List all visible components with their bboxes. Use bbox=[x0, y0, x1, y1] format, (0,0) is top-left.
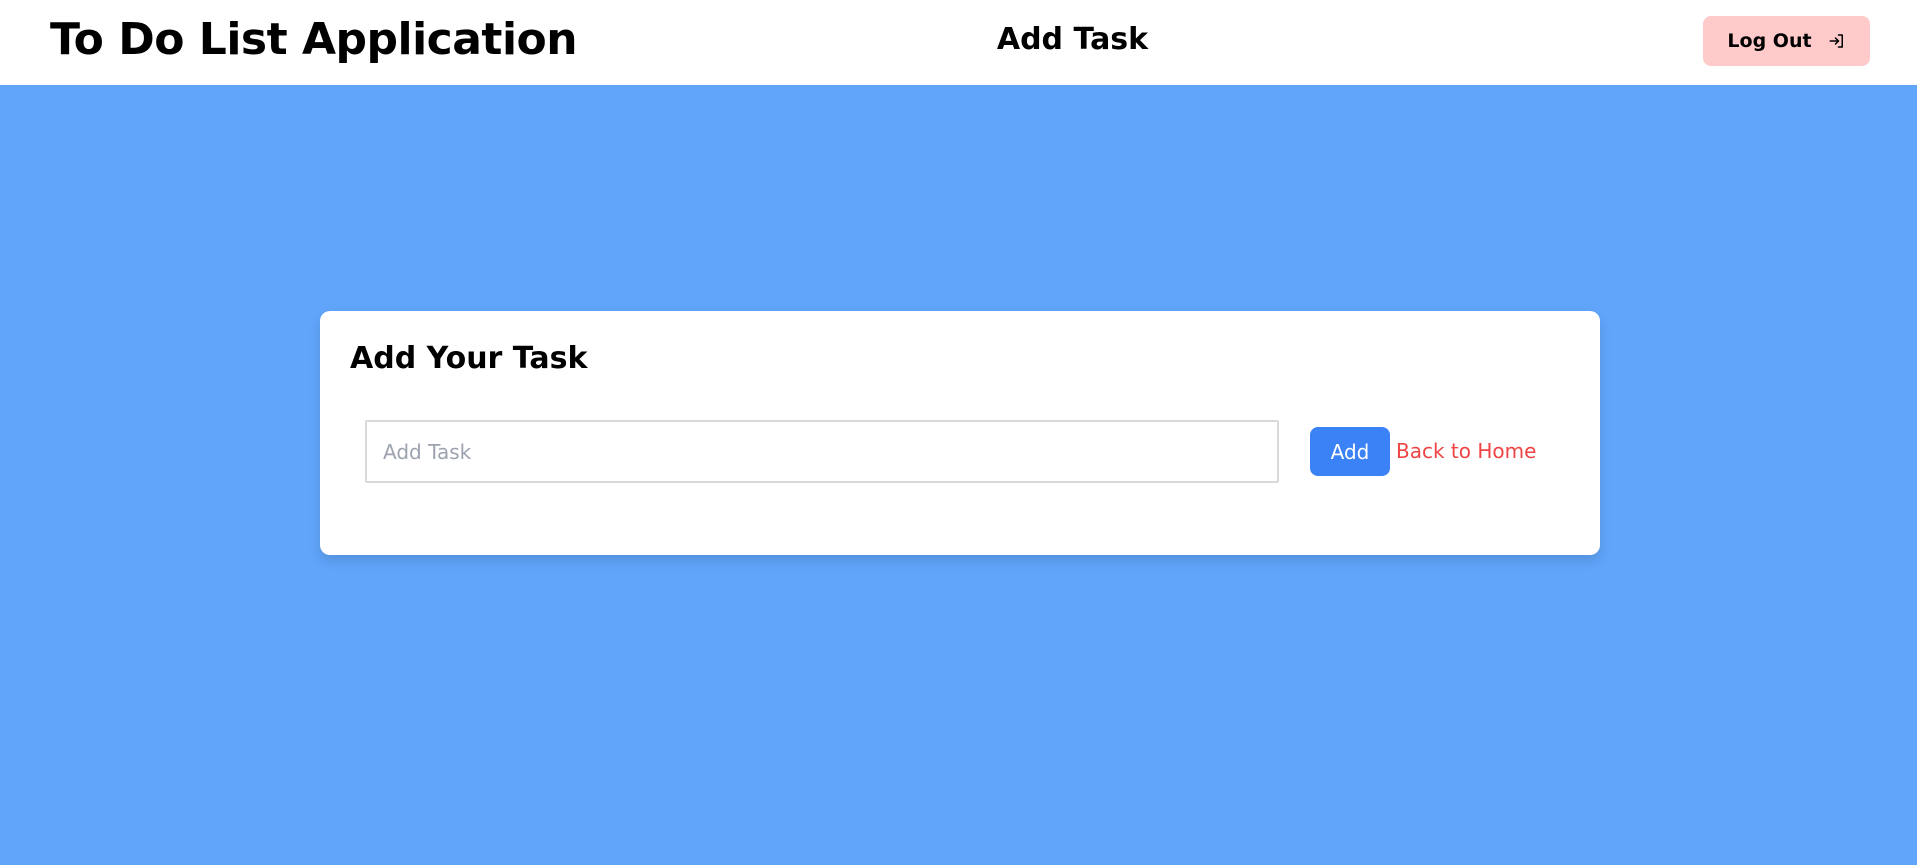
card-title: Add Your Task bbox=[350, 341, 588, 376]
add-button[interactable]: Add bbox=[1310, 427, 1390, 476]
add-task-card: Add Your Task Add Back to Home bbox=[320, 311, 1600, 555]
task-input[interactable] bbox=[365, 420, 1279, 483]
logout-button-label: Log Out bbox=[1727, 30, 1812, 52]
log-out-icon bbox=[1829, 34, 1843, 48]
main-content: Add Your Task Add Back to Home bbox=[0, 85, 1917, 866]
page-title: Add Task bbox=[996, 22, 1149, 57]
logout-button[interactable]: Log Out bbox=[1703, 16, 1870, 66]
top-header: To Do List Application Add Task Log Out bbox=[0, 0, 1917, 85]
back-to-home-link[interactable]: Back to Home bbox=[1396, 437, 1536, 465]
